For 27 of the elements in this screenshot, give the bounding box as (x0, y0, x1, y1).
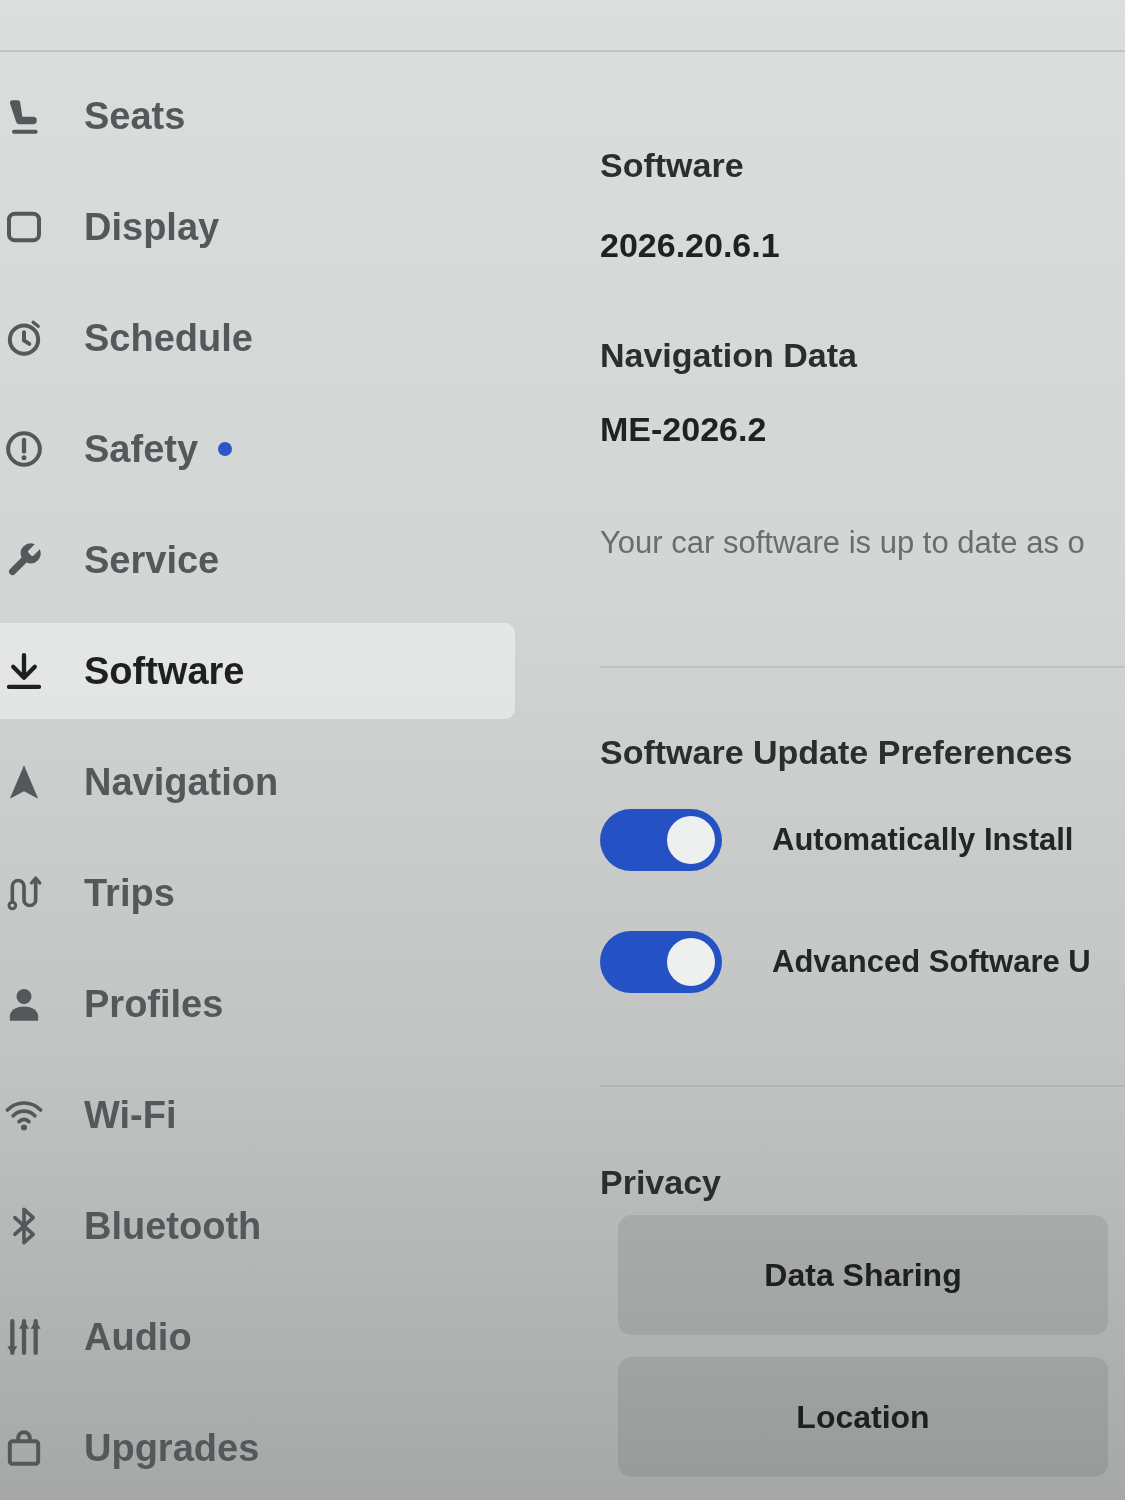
sidebar-item[interactable]: Schedule (0, 290, 515, 386)
sidebar-item[interactable]: Safety (0, 401, 515, 497)
alert-icon (4, 429, 44, 469)
sidebar-item[interactable]: Bluetooth (0, 1178, 515, 1274)
version-number: 2026.20.6.1 (600, 225, 780, 266)
sidebar-item[interactable]: Upgrades (0, 1400, 515, 1496)
privacy-button[interactable]: Data Sharing (618, 1215, 1108, 1335)
sidebar-item[interactable]: Display (0, 179, 515, 275)
sidebar-item[interactable]: Trips (0, 845, 515, 941)
privacy-button[interactable]: Location (618, 1357, 1108, 1477)
toggle-label: Advanced Software U (772, 944, 1091, 980)
route-icon (4, 873, 44, 913)
download-icon (4, 651, 44, 691)
sidebar-item[interactable]: Navigation (0, 734, 515, 830)
sidebar-item[interactable]: Service (0, 512, 515, 608)
sidebar-item[interactable]: Seats (0, 68, 515, 164)
sidebar-item[interactable]: Profiles (0, 956, 515, 1052)
sidebar-item[interactable]: Wi-Fi (0, 1067, 515, 1163)
sidebar-item[interactable]: Audio (0, 1289, 515, 1385)
status-message: Your car software is up to date as o (600, 525, 1085, 561)
section-label: Navigation Data (600, 335, 857, 375)
section-label: Software (600, 145, 744, 185)
section-heading: Software Update Preferences (600, 732, 1073, 772)
toggle-label: Automatically Install (772, 822, 1074, 858)
version-number: ME-2026.2 (600, 409, 767, 450)
section-heading: Privacy (600, 1162, 721, 1202)
sidebar-item[interactable]: Software (0, 623, 515, 719)
